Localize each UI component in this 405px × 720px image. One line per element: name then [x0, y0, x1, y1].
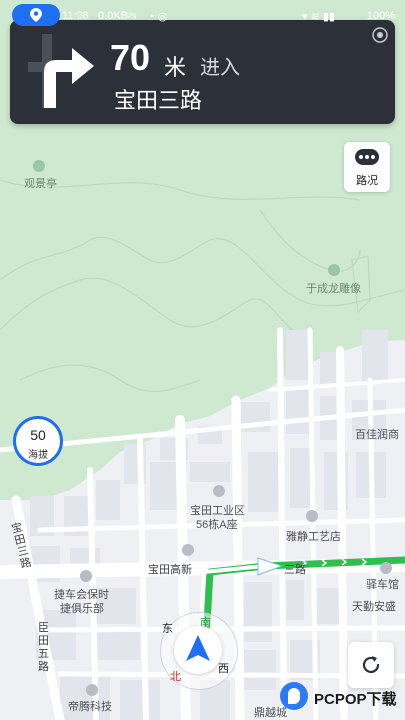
craft-shop-icon [306, 510, 318, 522]
watermark-logo-icon [280, 682, 308, 710]
label-dingfeng: 鼎越城 [254, 707, 287, 719]
traffic-dots-icon [355, 149, 379, 165]
location-pill[interactable] [12, 4, 60, 26]
altitude-badge: 50 海拔 [13, 416, 63, 466]
industrial-zone-icon [213, 485, 225, 497]
status-signal-icon: ▾ ≋ ▮▮ [302, 11, 335, 23]
car-marker [174, 626, 222, 674]
car-club-icon [80, 570, 92, 582]
refresh-icon [362, 656, 380, 674]
statue-icon [328, 264, 340, 276]
refresh-route-button[interactable] [348, 642, 394, 688]
next-road-name: 宝田三路 [114, 88, 203, 113]
location-pin-icon [30, 8, 42, 22]
label-station: 驿车馆 [366, 579, 399, 591]
label-viewing-pavilion: 观景亭 [24, 178, 57, 190]
distance-unit: 米 [164, 55, 187, 80]
voice-broadcast-icon[interactable] [371, 26, 389, 44]
status-bar: 11:08 0.0KB/s ◔ ◎ ▾ ≋ ▮▮ 100% [0, 0, 405, 26]
hightech-icon [182, 544, 194, 556]
label-statue: 于成龙雕像 [306, 283, 361, 295]
traffic-button-label: 路况 [356, 175, 378, 187]
label-car-club-2: 捷俱乐部 [60, 603, 104, 615]
label-tech-company: 帝腾科技 [68, 701, 112, 713]
label-baitian-runshang: 百佳润商 [355, 429, 399, 441]
turn-right-arrow-icon [28, 34, 94, 108]
distance-value: 70 [110, 37, 151, 78]
label-building-56a: 56栋A座 [196, 519, 238, 531]
watermark-text: PCPOP下载 [314, 691, 397, 708]
compass-east: 东 [162, 623, 173, 635]
viewing-pavilion-icon [33, 160, 45, 172]
tech-company-icon [86, 684, 98, 696]
label-baotian-wu-road: 臣田五路 [38, 622, 49, 673]
maneuver-action: 进入 [200, 57, 240, 79]
label-hightech: 宝田高新 [148, 564, 192, 576]
compass-north: 北 [170, 671, 181, 683]
status-network-speed: 0.0KB/s [98, 10, 137, 22]
label-road-east: 三路 [284, 564, 306, 576]
vehicle-position: 东 南 北 西 [160, 612, 238, 690]
label-tianqin: 天勤安盛 [352, 601, 396, 613]
status-battery: 100% [366, 10, 395, 22]
navigation-arrow-icon [186, 635, 210, 661]
status-time: 11:08 [62, 10, 89, 22]
navigation-card[interactable]: 70 米 进入 宝田三路 [10, 20, 395, 124]
status-alarm-icon: ◔ ◎ [148, 11, 168, 23]
traffic-button[interactable]: 路况 [344, 142, 390, 192]
station-icon [380, 562, 392, 574]
compass-west: 西 [218, 663, 229, 675]
altitude-label: 海拔 [28, 450, 48, 461]
altitude-value: 50 [30, 427, 46, 443]
label-craft-shop: 雅静工艺店 [286, 531, 341, 543]
